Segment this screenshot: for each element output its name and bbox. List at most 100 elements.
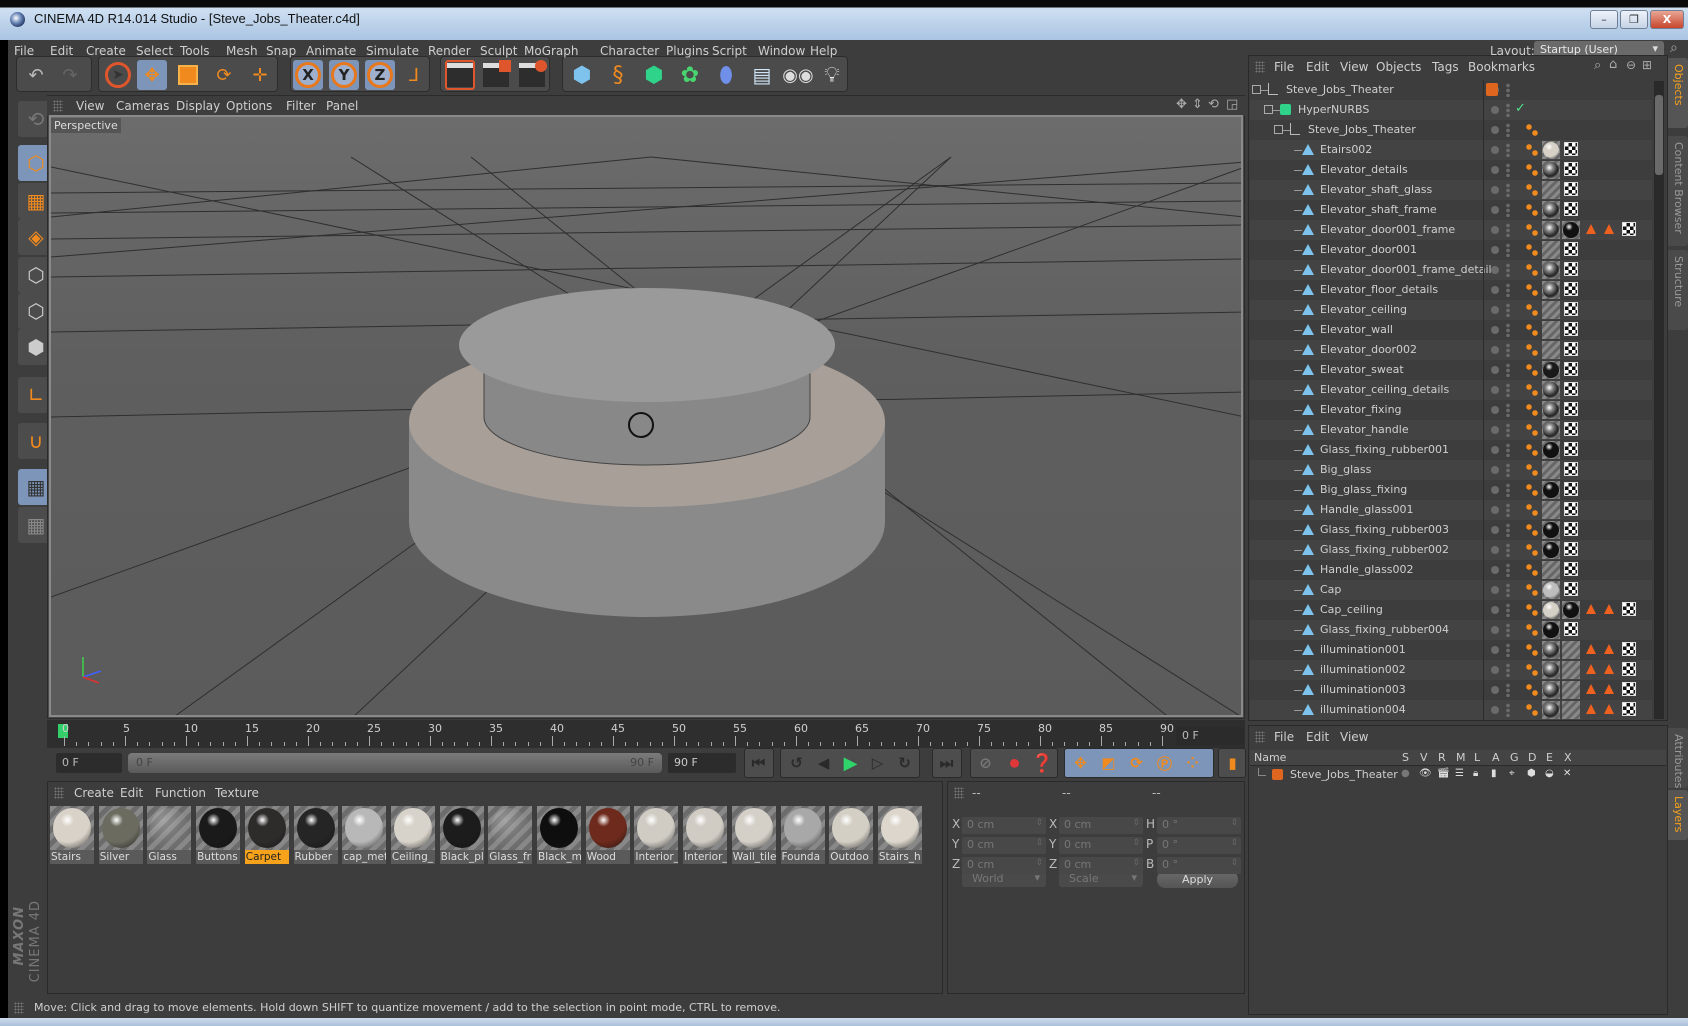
timeline-layout-button[interactable]: ▮	[1219, 749, 1246, 777]
scrollbar-thumb[interactable]	[1655, 95, 1663, 175]
layer-column-s[interactable]: S	[1402, 751, 1409, 764]
visibility-editor-dot[interactable]	[1491, 666, 1499, 674]
visibility-render-dot[interactable]	[1506, 123, 1510, 137]
visibility-editor-dot[interactable]	[1491, 606, 1499, 614]
texture-tag-icon[interactable]	[1564, 522, 1578, 536]
object-row[interactable]: Elevator_floor_details	[1250, 280, 1652, 300]
next-key-button[interactable]: ↻	[891, 749, 918, 777]
texture-tag-icon[interactable]	[1622, 602, 1636, 616]
viewport-menu-filter[interactable]: Filter	[286, 99, 316, 113]
object-name[interactable]: Elevator_handle	[1320, 423, 1409, 436]
render-picture-viewer-button[interactable]	[481, 60, 511, 90]
texture-tag-icon[interactable]	[1622, 222, 1636, 236]
visibility-render-dot[interactable]	[1506, 663, 1510, 677]
deformer-button[interactable]: ⬮	[711, 60, 741, 90]
material-swatch[interactable]: Wood	[585, 806, 630, 864]
phong-tag-icon[interactable]	[1526, 563, 1538, 577]
object-menu-bookmarks[interactable]: Bookmarks	[1468, 60, 1535, 74]
object-row[interactable]: Handle_glass002	[1250, 560, 1652, 580]
object-row[interactable]: HyperNURBS ✓	[1250, 100, 1652, 120]
previous-key-button[interactable]: ↺	[783, 749, 810, 777]
material-tag[interactable]	[1562, 221, 1580, 239]
material-tag[interactable]	[1562, 641, 1580, 659]
viewport-menu-cameras[interactable]: Cameras	[116, 99, 169, 113]
phong-tag-icon[interactable]	[1526, 143, 1538, 157]
material-tag[interactable]	[1542, 201, 1560, 219]
side-tab-objects[interactable]: Objects	[1668, 58, 1688, 128]
coordinate-system-button[interactable]: ⅃	[399, 60, 429, 90]
object-row[interactable]: Steve_Jobs_Theater	[1250, 120, 1652, 140]
object-name[interactable]: Elevator_door002	[1320, 343, 1417, 356]
texture-tag-icon[interactable]	[1564, 442, 1578, 456]
visibility-editor-dot[interactable]	[1491, 566, 1499, 574]
menu-file[interactable]: File	[14, 44, 34, 58]
warning-tag-icon[interactable]	[1586, 224, 1596, 234]
material-tag[interactable]	[1542, 261, 1560, 279]
material-tag[interactable]	[1542, 461, 1560, 479]
visibility-editor-dot[interactable]	[1491, 166, 1499, 174]
visibility-render-dot[interactable]	[1506, 263, 1510, 277]
lock-icon[interactable]: 🔒︎	[1473, 768, 1478, 779]
visibility-editor-dot[interactable]	[1491, 326, 1499, 334]
visibility-render-dot[interactable]	[1506, 703, 1510, 717]
material-tag[interactable]	[1542, 321, 1560, 339]
material-swatch[interactable]: Black_m	[537, 806, 581, 864]
deformers-icon[interactable]: ⬢	[1527, 768, 1536, 779]
visibility-render-dot[interactable]	[1506, 303, 1510, 317]
material-tag[interactable]	[1542, 141, 1560, 159]
texture-tag-icon[interactable]	[1622, 682, 1636, 696]
warning-tag-icon[interactable]	[1604, 224, 1614, 234]
object-name[interactable]: Steve_Jobs_Theater	[1308, 123, 1416, 136]
visibility-render-dot[interactable]	[1506, 503, 1510, 517]
visibility-editor-dot[interactable]	[1491, 646, 1499, 654]
material-menu-texture[interactable]: Texture	[215, 786, 259, 800]
texture-tag-icon[interactable]	[1564, 202, 1578, 216]
x-axis-toggle[interactable]: X	[293, 60, 323, 90]
object-row[interactable]: illumination001	[1250, 640, 1652, 660]
undo-button[interactable]: ↶	[21, 60, 51, 90]
object-row[interactable]: Elevator_sweat	[1250, 360, 1652, 380]
panel-grip[interactable]	[1255, 61, 1265, 73]
rotation-p-field[interactable]: 0 °	[1157, 837, 1241, 854]
object-name[interactable]: Big_glass	[1320, 463, 1371, 476]
rotation-h-field[interactable]: 0 °	[1157, 817, 1241, 834]
texture-tag-icon[interactable]	[1564, 502, 1578, 516]
object-name[interactable]: Elevator_floor_details	[1320, 283, 1438, 296]
texture-tag-icon[interactable]	[1622, 662, 1636, 676]
visibility-editor-dot[interactable]	[1491, 226, 1499, 234]
visibility-editor-dot[interactable]	[1491, 126, 1499, 134]
material-swatch[interactable]: Founda	[780, 806, 825, 864]
material-tag[interactable]	[1542, 521, 1560, 539]
layer-column-g[interactable]: G	[1510, 751, 1519, 764]
texture-tag-icon[interactable]	[1564, 282, 1578, 296]
position-z-field[interactable]: 0 cm	[962, 857, 1046, 874]
object-row[interactable]: Elevator_wall	[1250, 320, 1652, 340]
visible-icon[interactable]: 👁︎	[1419, 768, 1432, 779]
material-tag[interactable]	[1562, 661, 1580, 679]
object-row[interactable]: Glass_fixing_rubber004	[1250, 620, 1652, 640]
material-tag[interactable]	[1542, 181, 1560, 199]
object-name[interactable]: illumination002	[1320, 663, 1406, 676]
visibility-render-dot[interactable]	[1506, 203, 1510, 217]
layer-name[interactable]: Steve_Jobs_Theater	[1290, 768, 1398, 781]
phong-tag-icon[interactable]	[1526, 483, 1538, 497]
key-parameter-toggle[interactable]: Ⓟ	[1151, 749, 1178, 777]
camera-button[interactable]: ◉◉	[782, 60, 813, 90]
phong-tag-icon[interactable]	[1526, 243, 1538, 257]
panel-grip[interactable]	[54, 787, 64, 799]
material-swatch[interactable]: Buttons	[196, 806, 241, 864]
visibility-render-dot[interactable]	[1506, 583, 1510, 597]
visibility-editor-dot[interactable]	[1491, 306, 1499, 314]
warning-tag-icon[interactable]	[1604, 644, 1614, 654]
visibility-render-dot[interactable]	[1506, 163, 1510, 177]
position-y-field[interactable]: 0 cm	[962, 837, 1046, 854]
texture-tag-icon[interactable]	[1564, 302, 1578, 316]
visibility-editor-dot[interactable]	[1491, 446, 1499, 454]
key-position-toggle[interactable]: ✥	[1067, 749, 1094, 777]
material-tag[interactable]	[1542, 701, 1560, 719]
object-name[interactable]: Elevator_shaft_frame	[1320, 203, 1437, 216]
object-row[interactable]: Elevator_shaft_frame	[1250, 200, 1652, 220]
key-rotation-toggle[interactable]: ⟳	[1123, 749, 1150, 777]
phong-tag-icon[interactable]	[1526, 583, 1538, 597]
side-tab-content-browser[interactable]: Content Browser	[1668, 136, 1688, 246]
